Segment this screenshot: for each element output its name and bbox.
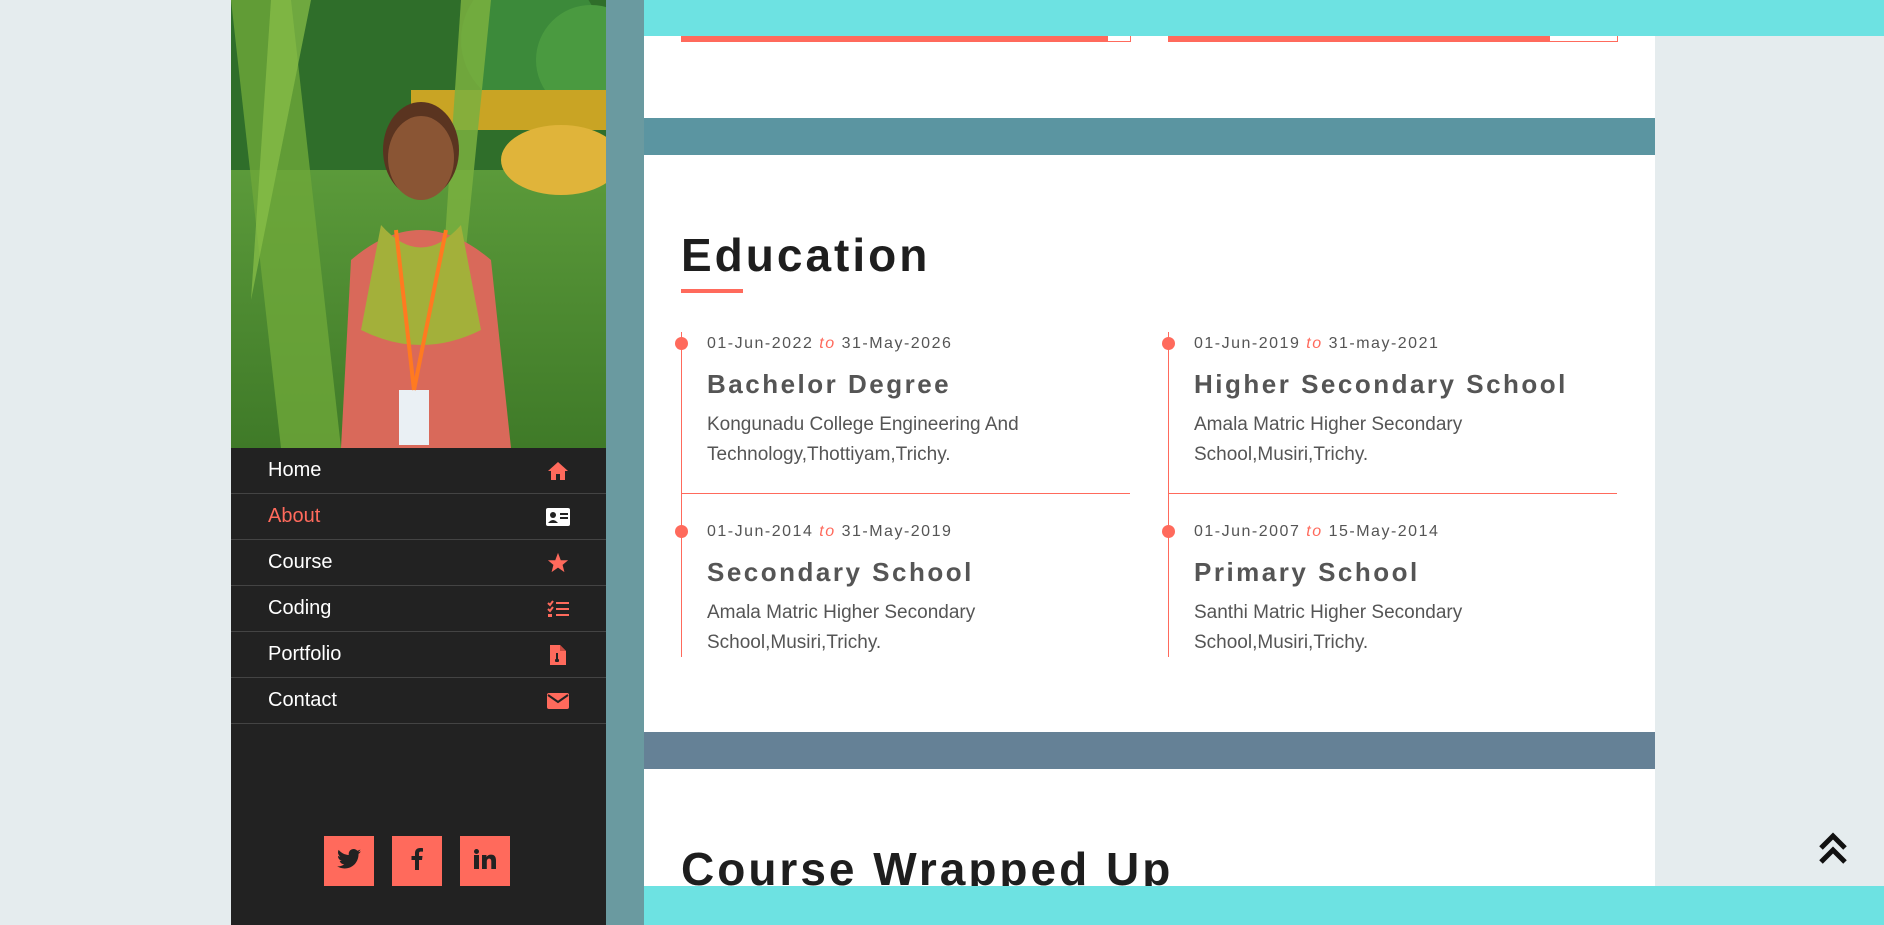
education-item: 01-Jun-2014 to 31-May-2019 Secondary Sch…	[675, 494, 1130, 657]
start-date: 01-Jun-2007	[1194, 523, 1301, 540]
section-divider	[644, 118, 1655, 155]
timeline-dot	[1162, 337, 1175, 350]
skill-progress-fill	[1169, 36, 1550, 41]
file-icon	[546, 643, 570, 667]
education-date: 01-Jun-2014 to 31-May-2019	[707, 523, 952, 541]
timeline-line	[681, 332, 682, 494]
to-label: to	[819, 523, 836, 540]
timeline-dot	[675, 337, 688, 350]
education-title: Education	[681, 229, 931, 281]
main-content: Education 01-Jun-2022 to 31-May-2026 Bac…	[644, 0, 1655, 925]
facebook-icon	[411, 847, 423, 875]
nav-item-portfolio[interactable]: Portfolio	[231, 632, 606, 678]
to-label: to	[819, 335, 836, 352]
end-date: 31-May-2019	[841, 523, 953, 540]
education-date: 01-Jun-2022 to 31-May-2026	[707, 335, 952, 353]
bottom-bar	[644, 886, 1884, 925]
education-item: 01-Jun-2022 to 31-May-2026 Bachelor Degr…	[675, 332, 1130, 494]
twitter-icon	[337, 848, 361, 874]
skill-progress-bar	[1168, 36, 1618, 42]
end-date: 31-may-2021	[1328, 335, 1440, 352]
id-card-icon	[546, 505, 570, 529]
timeline-line	[681, 494, 682, 657]
nav-label-course: Course	[268, 551, 333, 573]
education-item: 01-Jun-2007 to 15-May-2014 Primary Schoo…	[1162, 494, 1617, 657]
nav-label-contact: Contact	[268, 689, 337, 711]
star-icon	[546, 551, 570, 575]
education-degree: Bachelor Degree	[707, 369, 952, 399]
timeline-dot	[675, 525, 688, 538]
top-bar	[644, 0, 1884, 36]
education-degree: Secondary School	[707, 557, 974, 587]
main-nav: Home About Course Coding Portfolio Conta…	[231, 448, 606, 724]
scroll-to-top-button[interactable]	[1813, 828, 1853, 868]
profile-photo	[231, 0, 606, 448]
twitter-button[interactable]	[324, 836, 374, 886]
facebook-button[interactable]	[392, 836, 442, 886]
skill-progress-bar	[681, 36, 1131, 42]
social-links	[324, 836, 510, 886]
to-label: to	[1306, 335, 1323, 352]
start-date: 01-Jun-2019	[1194, 335, 1301, 352]
nav-item-about[interactable]: About	[231, 494, 606, 540]
section-divider	[644, 732, 1655, 769]
linkedin-button[interactable]	[460, 836, 510, 886]
nav-item-home[interactable]: Home	[231, 448, 606, 494]
list-check-icon	[546, 597, 570, 621]
double-chevron-up-icon	[1813, 832, 1853, 872]
education-school: Santhi Matric Higher Secondary School,Mu…	[1194, 602, 1463, 653]
education-school: Amala Matric Higher Secondary School,Mus…	[707, 602, 976, 653]
linkedin-icon	[474, 848, 496, 874]
start-date: 01-Jun-2014	[707, 523, 814, 540]
education-date: 01-Jun-2019 to 31-may-2021	[1194, 335, 1439, 353]
end-date: 15-May-2014	[1328, 523, 1440, 540]
nav-item-coding[interactable]: Coding	[231, 586, 606, 632]
timeline-line	[1168, 332, 1169, 494]
nav-label-home: Home	[268, 459, 322, 481]
nav-item-course[interactable]: Course	[231, 540, 606, 586]
nav-item-contact[interactable]: Contact	[231, 678, 606, 724]
skill-progress-fill	[682, 36, 1108, 41]
envelope-icon	[546, 689, 570, 713]
timeline-dot	[1162, 525, 1175, 538]
start-date: 01-Jun-2022	[707, 335, 814, 352]
education-item: 01-Jun-2019 to 31-may-2021 Higher Second…	[1162, 332, 1617, 494]
sidebar-edge-strip	[606, 0, 644, 925]
timeline-line	[1168, 494, 1169, 657]
nav-label-coding: Coding	[268, 597, 332, 619]
education-school: Amala Matric Higher Secondary School,Mus…	[1194, 414, 1463, 465]
end-date: 31-May-2026	[841, 335, 953, 352]
nav-label-about: About	[268, 505, 321, 527]
education-date: 01-Jun-2007 to 15-May-2014	[1194, 523, 1439, 541]
to-label: to	[1306, 523, 1323, 540]
education-degree: Higher Secondary School	[1194, 369, 1568, 399]
home-icon	[546, 459, 570, 483]
nav-label-portfolio: Portfolio	[268, 643, 342, 665]
sidebar: Home About Course Coding Portfolio Conta…	[231, 0, 606, 925]
education-degree: Primary School	[1194, 557, 1420, 587]
title-underline	[681, 289, 743, 293]
education-school: Kongunadu College Engineering And Techno…	[707, 414, 1019, 465]
